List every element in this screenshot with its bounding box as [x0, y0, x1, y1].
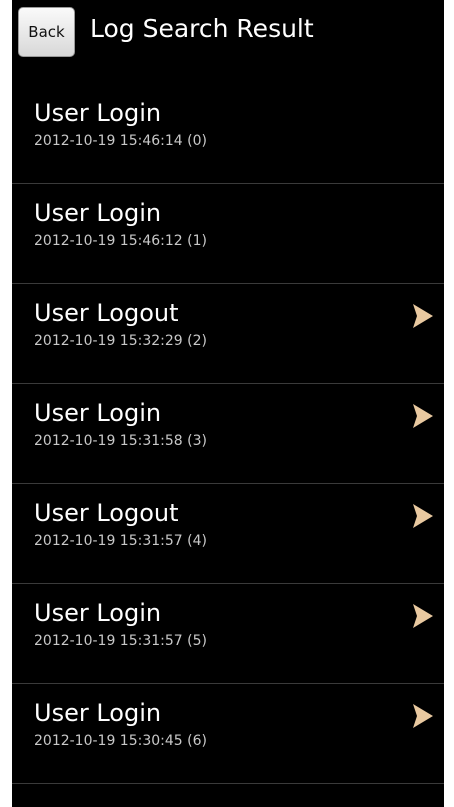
list-item[interactable]: User Login 2012-10-19 15:31:57 (5) [12, 584, 444, 684]
page-title: Log Search Result [90, 14, 314, 43]
chevron-right-icon [412, 303, 434, 329]
header: Back Log Search Result [12, 0, 444, 84]
list-item-timestamp: 2012-10-19 15:32:29 (2) [34, 333, 207, 349]
list-item-title: User Login [34, 399, 162, 427]
list-item-title: User Login [34, 599, 162, 627]
list-item[interactable]: User Login 2012-10-19 15:31:58 (3) [12, 384, 444, 484]
list-item-title: User Login [34, 699, 162, 727]
back-button[interactable]: Back [18, 7, 75, 57]
list-item[interactable]: User Login 2012-10-19 15:46:14 (0) [12, 84, 444, 184]
list-item-timestamp: 2012-10-19 15:46:12 (1) [34, 233, 207, 249]
chevron-right-icon [412, 603, 434, 629]
list-item-title: User Logout [34, 499, 179, 527]
list-item-timestamp: 2012-10-19 15:31:58 (3) [34, 433, 207, 449]
screen: Back Log Search Result User Login 2012-1… [12, 0, 444, 807]
list-item-timestamp: 2012-10-19 15:30:45 (6) [34, 733, 207, 749]
list-item[interactable]: User Logout 2012-10-19 15:32:29 (2) [12, 284, 444, 384]
chevron-right-icon [412, 703, 434, 729]
list-item-title: User Login [34, 99, 162, 127]
list-item-title: User Login [34, 199, 162, 227]
list-item[interactable]: User Logout 2012-10-19 15:31:57 (4) [12, 484, 444, 584]
list-item[interactable]: User Login 2012-10-19 15:30:45 (6) [12, 684, 444, 784]
list-item-timestamp: 2012-10-19 15:31:57 (5) [34, 633, 207, 649]
list-item-title: User Logout [34, 299, 179, 327]
log-list: User Login 2012-10-19 15:46:14 (0) User … [12, 84, 444, 784]
list-item-timestamp: 2012-10-19 15:46:14 (0) [34, 133, 207, 149]
list-item-timestamp: 2012-10-19 15:31:57 (4) [34, 533, 207, 549]
chevron-right-icon [412, 503, 434, 529]
chevron-right-icon [412, 403, 434, 429]
list-item[interactable]: User Login 2012-10-19 15:46:12 (1) [12, 184, 444, 284]
